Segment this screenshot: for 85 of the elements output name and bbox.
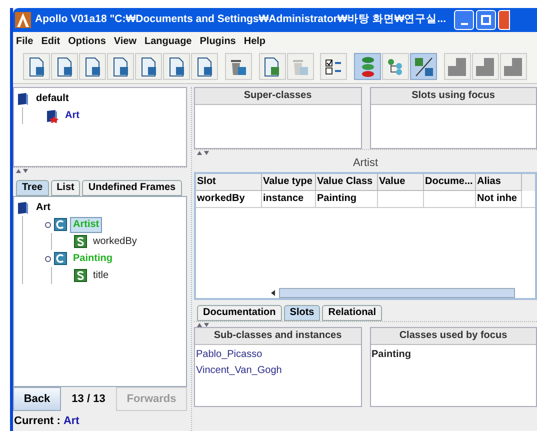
toolbar-button[interactable] — [382, 53, 410, 80]
toolbar-button[interactable] — [258, 53, 286, 80]
column-header[interactable]: Value type — [262, 174, 316, 191]
back-button[interactable]: Back — [13, 387, 61, 411]
toolbar-button[interactable] — [320, 53, 348, 80]
document-icon — [28, 56, 46, 76]
panel-header: Sub-classes and instances — [195, 328, 360, 345]
menu-item[interactable]: Language — [144, 34, 192, 48]
toolbar-button[interactable] — [163, 53, 190, 80]
slot-icon — [74, 269, 87, 282]
tab[interactable]: Relational — [322, 305, 382, 321]
close-button[interactable] — [498, 10, 510, 30]
menu-item[interactable]: Plugins — [200, 34, 236, 48]
tab[interactable]: Slots — [284, 305, 320, 321]
tree-item[interactable]: default — [33, 90, 72, 106]
document-icon — [84, 56, 102, 76]
table-cell: workedBy — [197, 193, 245, 204]
slot-link-icon — [414, 56, 434, 76]
splitter-arrows-icon[interactable] — [197, 322, 209, 326]
layout-icon — [503, 56, 524, 76]
status-label: Current : — [14, 414, 60, 429]
list-item[interactable]: Painting — [372, 347, 535, 363]
column-header[interactable]: Slot — [196, 174, 262, 191]
table-cell: instance — [263, 193, 304, 204]
panel-header: Slots using focus — [370, 88, 536, 105]
document-icon — [168, 56, 186, 76]
status-value: Art — [63, 414, 80, 429]
tree-item[interactable]: workedBy — [90, 234, 140, 250]
column-header[interactable]: Value Class — [316, 174, 378, 191]
list-item[interactable]: Pablo_Picasso — [196, 347, 360, 363]
book-icon — [16, 92, 30, 106]
minimize-button[interactable] — [454, 10, 474, 30]
toolbar-button[interactable] — [410, 53, 438, 80]
expand-handle[interactable] — [45, 256, 51, 262]
tab[interactable]: Documentation — [197, 305, 282, 321]
menu-item[interactable]: Help — [244, 34, 266, 48]
panel-header: Classes used by focus — [370, 328, 536, 345]
tab[interactable]: List — [50, 180, 80, 196]
document-icon — [140, 56, 158, 76]
column-header[interactable]: Docume... — [424, 174, 476, 191]
table-cell: Not inhe — [477, 193, 517, 204]
tree-item[interactable]: title — [90, 268, 112, 284]
document-icon — [196, 56, 214, 76]
document-icon — [263, 56, 282, 76]
layout-icon — [475, 56, 496, 76]
maximize-button[interactable] — [476, 10, 496, 30]
toolbar-button[interactable] — [224, 53, 252, 80]
splitter-arrows-icon[interactable] — [197, 150, 209, 154]
layout-icon — [447, 56, 468, 76]
tab[interactable]: Tree — [16, 180, 49, 196]
toolbar-button[interactable] — [107, 53, 134, 80]
column-header[interactable]: Alias — [476, 174, 522, 191]
expand-handle[interactable] — [45, 222, 51, 228]
document-icon — [112, 56, 130, 76]
history-position: 13 / 13 — [70, 392, 106, 407]
menu-item[interactable]: Options — [68, 34, 106, 48]
tree-item[interactable]: Art — [33, 200, 54, 216]
toolbar-button[interactable] — [135, 53, 162, 80]
app-logo-icon — [15, 12, 31, 28]
checklist-icon — [324, 58, 343, 76]
book-icon — [45, 108, 59, 122]
menu-item[interactable]: View — [114, 34, 137, 48]
toolbar-button[interactable] — [23, 53, 50, 80]
tree-item[interactable]: Art — [62, 108, 82, 124]
slot-icon — [74, 235, 87, 248]
window-title: Apollo V01a18 "C:₩Documents and Settings₩Administrator₩바탕 화면₩연구실... — [35, 12, 446, 28]
tab[interactable]: Undefined Frames — [82, 180, 182, 196]
table-cell: Painting — [317, 193, 356, 204]
stack-icon — [360, 56, 376, 78]
tree-icon — [386, 58, 405, 76]
class-icon — [54, 218, 67, 231]
toolbar-button[interactable] — [191, 53, 218, 80]
list-item[interactable]: Vincent_Van_Gogh — [196, 363, 360, 379]
toolbar-button[interactable] — [79, 53, 106, 80]
class-icon — [54, 252, 67, 265]
panel-header: Super-classes — [195, 88, 360, 105]
book-icon — [16, 200, 30, 214]
document-icon — [56, 56, 74, 76]
toolbar-button[interactable] — [51, 53, 78, 80]
menu-item[interactable]: Edit — [41, 34, 60, 48]
focus-title: Artist — [352, 156, 380, 171]
column-header[interactable]: Value — [378, 174, 424, 191]
scrollbar-thumb[interactable] — [279, 288, 515, 298]
menu-item[interactable]: File — [16, 34, 34, 48]
splitter-arrows-icon[interactable] — [16, 168, 28, 172]
